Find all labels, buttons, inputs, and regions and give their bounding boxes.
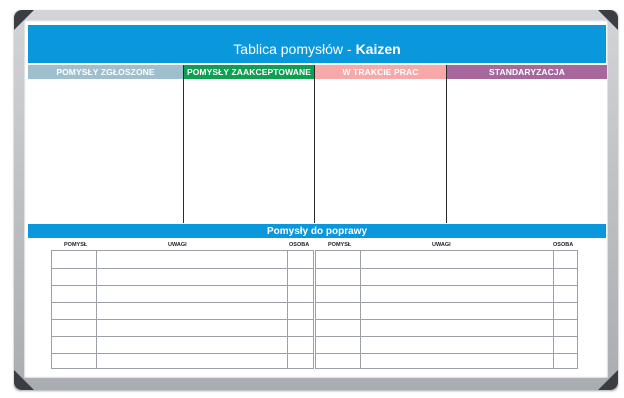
column-standardization: STANDARYZACJA xyxy=(446,65,607,223)
row-divider xyxy=(52,336,313,337)
kanban-columns: POMYSŁY ZGŁOSZONE POMYSŁY ZAAKCEPTOWANE … xyxy=(28,65,607,223)
column-header: POMYSŁY ZAAKCEPTOWANE xyxy=(184,65,314,79)
header-person: OSOBA xyxy=(553,242,574,248)
board-title-emphasis: Kaizen xyxy=(355,41,401,57)
improvement-table-right: POMYSŁ UWAGI OSOBA xyxy=(315,242,578,369)
header-notes: UWAGI xyxy=(432,242,451,248)
column-header: STANDARYZACJA xyxy=(447,65,607,79)
column-body[interactable] xyxy=(184,79,314,223)
table-grid[interactable] xyxy=(51,250,314,369)
row-divider xyxy=(316,336,577,337)
improvement-table-left: POMYSŁ UWAGI OSOBA xyxy=(51,242,314,369)
row-divider xyxy=(316,353,577,354)
table-header: POMYSŁ UWAGI OSOBA xyxy=(315,242,578,250)
improvement-section-title: Pomysły do poprawy xyxy=(28,224,606,238)
table-header: POMYSŁ UWAGI OSOBA xyxy=(51,242,314,250)
column-header: W TRAKCIE PRAC xyxy=(315,65,446,79)
row-divider xyxy=(316,268,577,269)
table-grid[interactable] xyxy=(315,250,578,369)
column-accepted: POMYSŁY ZAAKCEPTOWANE xyxy=(183,65,314,223)
row-divider xyxy=(316,319,577,320)
board-title-prefix: Tablica pomysłów - xyxy=(233,41,352,57)
column-in-progress: W TRAKCIE PRAC xyxy=(314,65,446,223)
row-divider xyxy=(52,285,313,286)
row-divider xyxy=(316,285,577,286)
header-notes: UWAGI xyxy=(168,242,187,248)
column-body[interactable] xyxy=(447,79,607,223)
row-divider xyxy=(316,302,577,303)
row-divider xyxy=(52,268,313,269)
header-idea: POMYSŁ xyxy=(64,242,88,248)
column-body[interactable] xyxy=(28,79,183,223)
row-divider xyxy=(52,319,313,320)
board-title: Tablica pomysłów - Kaizen xyxy=(28,25,606,63)
row-divider xyxy=(52,302,313,303)
column-submitted: POMYSŁY ZGŁOSZONE xyxy=(28,65,183,223)
column-header: POMYSŁY ZGŁOSZONE xyxy=(28,65,183,79)
column-body[interactable] xyxy=(315,79,446,223)
row-divider xyxy=(52,353,313,354)
header-idea: POMYSŁ xyxy=(328,242,352,248)
header-person: OSOBA xyxy=(289,242,310,248)
